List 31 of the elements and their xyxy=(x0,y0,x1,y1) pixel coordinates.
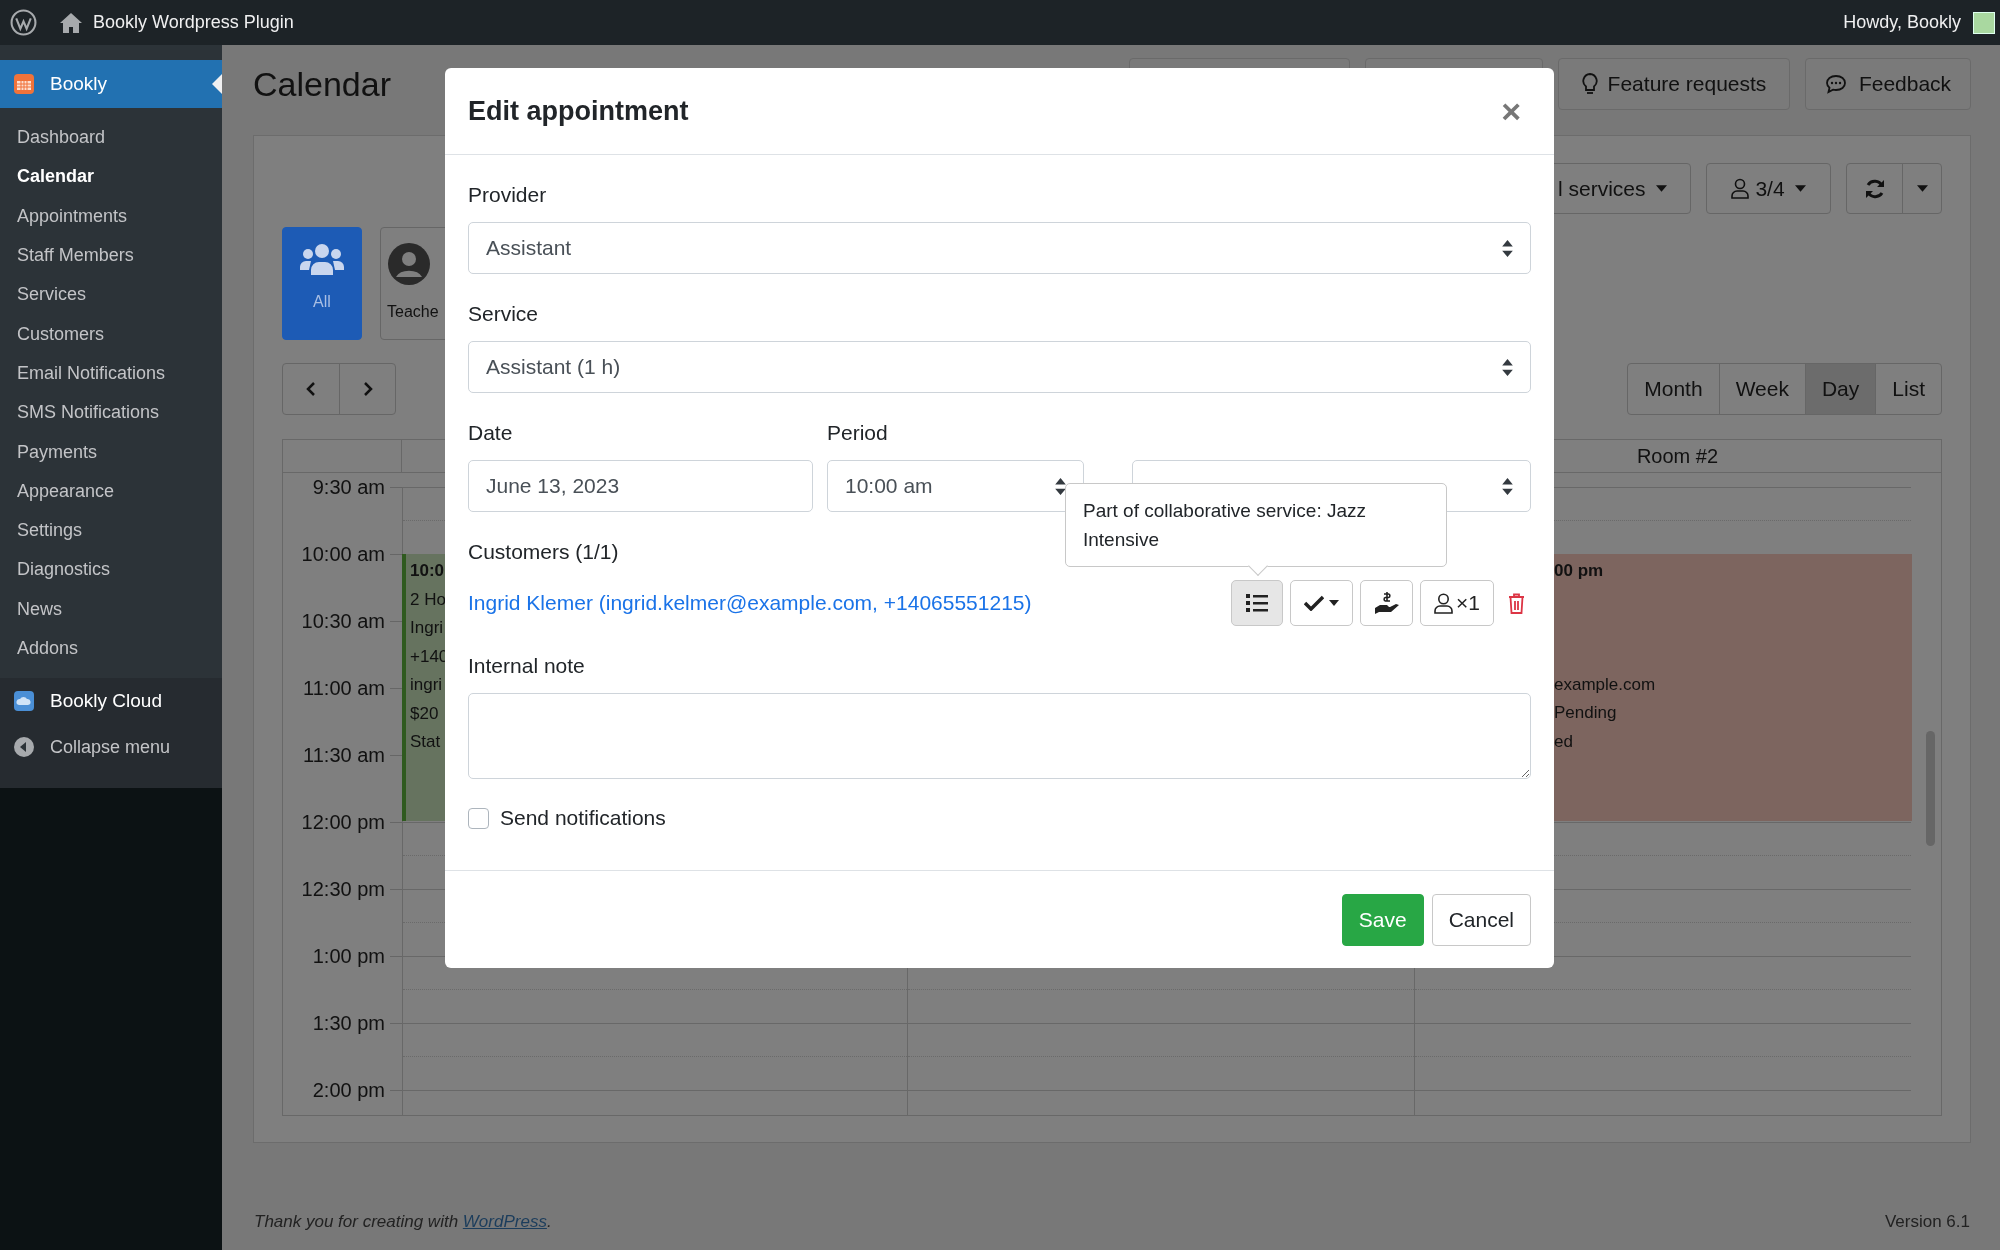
event-text: ed xyxy=(1554,730,1573,753)
time-label: 2:00 pm xyxy=(312,1078,385,1103)
event-text: Stat xyxy=(410,731,441,753)
time-label: 1:30 pm xyxy=(312,1011,385,1036)
time-label: 10:30 am xyxy=(301,609,385,634)
time-label: 12:30 pm xyxy=(301,877,385,902)
event-text: ingri xyxy=(410,674,443,696)
time-label: 10:00 am xyxy=(301,542,385,567)
event-text: 2 Ho xyxy=(410,588,446,611)
time-label: 12:00 pm xyxy=(301,810,385,835)
time-label: 1:00 pm xyxy=(312,944,385,969)
event-text: example.com xyxy=(1554,673,1656,696)
time-label: 9:30 am xyxy=(312,475,385,500)
page-title: Calendar xyxy=(253,63,391,105)
event-text: Pending xyxy=(1554,702,1617,724)
event-time: 00 pm xyxy=(1554,560,1604,582)
modal-title: Edit appointment xyxy=(468,94,689,128)
tooltip: Part of collaborative service: Jazz Intensive xyxy=(1065,483,1447,573)
event-text: Ingri xyxy=(410,617,444,639)
field-label: Provider xyxy=(468,183,548,207)
footer-text: Thank you for creating with WordPress. xyxy=(254,1211,552,1234)
event-text: $20 xyxy=(410,702,439,725)
field-label: Customers (1/1) xyxy=(468,540,620,564)
column-header: Room #2 xyxy=(1636,444,1719,469)
time-label: 11:30 am xyxy=(303,743,385,768)
field-label: Internal note xyxy=(468,654,586,678)
event-time: 10:0 xyxy=(410,560,445,582)
field-label: Date xyxy=(468,421,514,445)
version-text: Version 6.1 xyxy=(1884,1211,1970,1234)
field-label: Period xyxy=(827,421,889,445)
time-label: 11:00 am xyxy=(303,676,385,701)
